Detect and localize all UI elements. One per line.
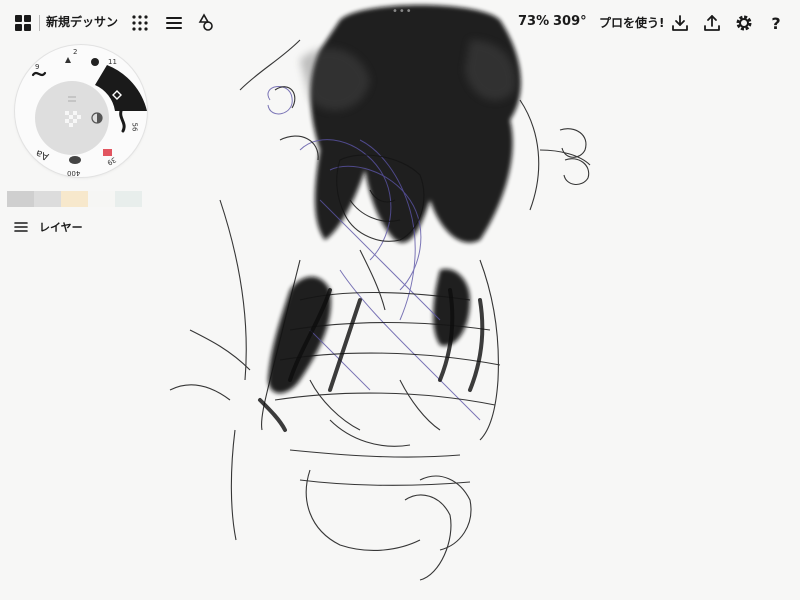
- share-icon[interactable]: [702, 13, 722, 33]
- layers-button[interactable]: レイヤー: [14, 219, 83, 235]
- brush-grid-icon[interactable]: [131, 14, 149, 32]
- divider: [39, 15, 40, 31]
- tool-size-label: 56: [130, 122, 139, 132]
- tool-size-label: 9: [35, 63, 40, 71]
- color-swatch[interactable]: [115, 191, 142, 207]
- help-icon[interactable]: ?: [766, 12, 786, 34]
- recent-colors: [7, 191, 142, 207]
- layers-icon[interactable]: [163, 12, 185, 34]
- drawing-title[interactable]: 新規デッサン: [46, 13, 118, 30]
- color-swatch[interactable]: [61, 191, 88, 207]
- gallery-grid-icon[interactable]: [14, 14, 32, 32]
- download-icon[interactable]: [670, 13, 690, 33]
- tool-size-label: 2: [73, 48, 78, 56]
- zoom-level: 73%: [518, 14, 550, 29]
- rotation-angle: 309°: [553, 14, 587, 29]
- color-swatch[interactable]: [34, 191, 61, 207]
- color-swatch[interactable]: [88, 191, 115, 207]
- tool-wheel[interactable]: 9 2 11 56 39 400 Aa: [15, 45, 147, 177]
- tool-size-label: 400: [67, 169, 81, 177]
- gear-icon[interactable]: [734, 13, 754, 33]
- layers-icon: [14, 222, 28, 232]
- upgrade-pro-button[interactable]: プロを使う!: [599, 14, 664, 31]
- top-toolbar: 新規デッサン ••• 73% 309° プロを使う! ?: [0, 0, 800, 44]
- drag-handle[interactable]: •••: [392, 6, 413, 17]
- shapes-icon[interactable]: [196, 13, 216, 33]
- tool-size-label: 11: [108, 58, 117, 66]
- color-swatch[interactable]: [7, 191, 34, 207]
- layers-label: レイヤー: [39, 221, 83, 234]
